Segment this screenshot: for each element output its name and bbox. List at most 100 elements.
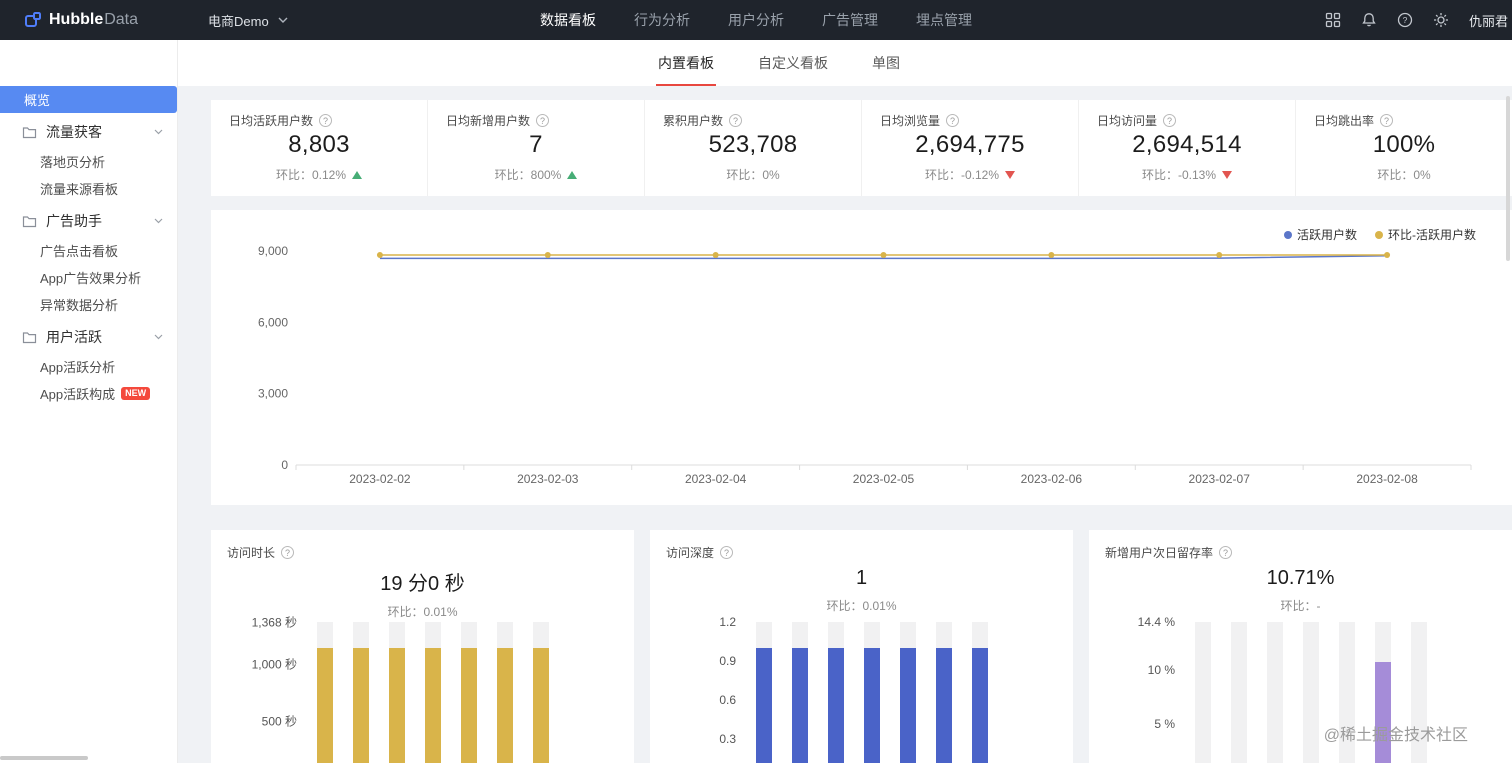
x-axis-tick-label: 2023-02-08 <box>1356 472 1418 486</box>
kpi-card-daily-active-users: 日均活跃用户数 8,803 环比：0.12% <box>211 100 428 196</box>
bar-track <box>972 622 988 763</box>
bar-value <box>936 648 952 763</box>
y-axis-tick-label: 0.3 <box>719 732 736 746</box>
help-icon[interactable] <box>1163 114 1177 127</box>
bar-value <box>461 648 477 763</box>
sidebar-item-app-activity-analysis[interactable]: App活跃分析 <box>0 353 177 380</box>
sidebar-group-ad-assistant[interactable]: 广告助手 <box>0 205 177 237</box>
data-point <box>1048 252 1055 259</box>
sidebar-group-traffic-acquisition[interactable]: 流量获客 <box>0 116 177 148</box>
logo-text-light: Data <box>104 11 139 28</box>
chart-compare: 环比：- <box>1280 599 1321 613</box>
sidebar-item-label: App活跃分析 <box>40 360 116 375</box>
bar-track <box>1195 622 1211 763</box>
nav-item-user-analysis[interactable]: 用户分析 <box>728 10 784 30</box>
sidebar-item-overview[interactable]: 概览 <box>0 86 177 113</box>
sidebar-group-user-activity[interactable]: 用户活跃 <box>0 321 177 353</box>
sidebar-item-label: 流量来源看板 <box>40 182 119 197</box>
sidebar-item-app-activity-composition[interactable]: App活跃构成 NEW <box>0 380 177 407</box>
sidebar-item-traffic-source-dashboard[interactable]: 流量来源看板 <box>0 175 177 202</box>
help-icon[interactable] <box>729 114 743 127</box>
help-icon[interactable] <box>720 546 734 559</box>
help-icon[interactable] <box>1380 114 1394 127</box>
sidebar-item-label: App广告效果分析 <box>40 271 142 286</box>
chart-title: 访问深度 <box>666 546 715 560</box>
horizontal-scrollbar[interactable] <box>0 756 88 760</box>
apps-grid-icon[interactable] <box>1325 12 1341 28</box>
kpi-label: 日均访问量 <box>1097 114 1158 128</box>
nav-item-data-dashboard[interactable]: 数据看板 <box>540 10 596 30</box>
sidebar-item-abnormal-data-analysis[interactable]: 异常数据分析 <box>0 291 177 318</box>
chart-title: 新增用户次日留存率 <box>1105 546 1214 560</box>
chevron-down-icon <box>278 17 288 23</box>
y-axis-tick-label: 9,000 <box>258 244 288 258</box>
main-content: 日均活跃用户数 8,803 环比：0.12% 日均新增用户数 7 环比：800%… <box>178 86 1512 763</box>
tab-custom-dashboard[interactable]: 自定义看板 <box>756 40 830 86</box>
sidebar-item-landing-page-analysis[interactable]: 落地页分析 <box>0 148 177 175</box>
y-axis-tick-label: 0.9 <box>719 654 736 668</box>
chart-legend: 活跃用户数 环比-活跃用户数 <box>1283 226 1476 243</box>
chevron-down-icon <box>154 334 163 340</box>
nav-item-behavior-analysis[interactable]: 行为分析 <box>634 10 690 30</box>
tab-builtin-dashboard[interactable]: 内置看板 <box>656 40 716 86</box>
sidebar-item-label: 广告点击看板 <box>40 244 119 259</box>
y-axis-tick-label: 6,000 <box>258 315 288 329</box>
project-selector[interactable]: 电商Demo <box>208 11 288 30</box>
help-icon[interactable] <box>536 114 550 127</box>
legend-item[interactable]: 环比-活跃用户数 <box>1375 226 1476 243</box>
help-icon[interactable] <box>1219 546 1233 559</box>
kpi-label: 累积用户数 <box>663 114 724 128</box>
bar-track <box>353 622 369 763</box>
y-axis-tick-label: 3,000 <box>258 387 288 401</box>
tab-single-chart[interactable]: 单图 <box>870 40 902 86</box>
legend-item[interactable]: 活跃用户数 <box>1283 226 1357 243</box>
active-users-line-chart-card: 活跃用户数 环比-活跃用户数 0 3,000 6,000 9,000 2023-02-02… <box>211 210 1512 505</box>
bar-value <box>497 648 513 763</box>
vertical-scrollbar[interactable] <box>1506 96 1510 261</box>
bar-value <box>317 648 333 763</box>
nav-item-ad-management[interactable]: 广告管理 <box>822 10 878 30</box>
kpi-compare: 环比：0% <box>1377 168 1431 182</box>
trend-up-icon <box>352 170 363 179</box>
data-point <box>1384 252 1391 259</box>
legend-label: 环比-活跃用户数 <box>1388 228 1476 242</box>
x-axis-tick-label: 2023-02-06 <box>1021 472 1083 486</box>
sidebar: 概览 流量获客 落地页分析 流量来源看板 广告助手 广告点击看板 App广告效果… <box>0 40 178 763</box>
y-axis-tick-label: 10 % <box>1147 662 1175 677</box>
help-icon[interactable] <box>319 114 333 127</box>
primary-nav: 数据看板 行为分析 用户分析 广告管理 埋点管理 <box>540 10 972 30</box>
help-circle-icon[interactable]: ? <box>1397 12 1413 28</box>
watermark: @稀土掘金技术社区 <box>1323 727 1468 744</box>
chart-headline: 19 分0 秒 <box>380 573 465 595</box>
kpi-value: 2,694,775 <box>915 131 1025 158</box>
chevron-down-icon <box>154 129 163 135</box>
bell-icon[interactable] <box>1361 12 1377 28</box>
kpi-label: 日均跳出率 <box>1314 114 1375 128</box>
folder-icon <box>22 331 37 344</box>
kpi-value: 2,694,514 <box>1132 131 1242 158</box>
bar-track <box>756 622 772 763</box>
help-icon[interactable] <box>281 546 295 559</box>
sidebar-item-label: App活跃构成 <box>40 387 116 402</box>
data-point <box>712 252 719 259</box>
sidebar-item-ad-click-dashboard[interactable]: 广告点击看板 <box>0 237 177 264</box>
kpi-label: 日均活跃用户数 <box>229 114 314 128</box>
bar-track <box>1303 622 1319 763</box>
bar-value <box>756 648 772 763</box>
nav-item-tracking-management[interactable]: 埋点管理 <box>916 10 972 30</box>
kpi-compare: 环比：0% <box>726 168 780 182</box>
help-icon[interactable] <box>946 114 960 127</box>
logo[interactable]: Hubble Data <box>24 11 138 29</box>
kpi-value: 7 <box>529 131 543 158</box>
gear-icon[interactable] <box>1433 12 1449 28</box>
bar-track <box>936 622 952 763</box>
user-name[interactable]: 仇丽君 <box>1469 11 1508 30</box>
y-axis-tick-label: 1.2 <box>719 615 736 629</box>
y-axis-tick-label: 14.4 % <box>1137 615 1175 629</box>
bar-track <box>1267 622 1283 763</box>
data-point <box>376 252 383 259</box>
chart-compare: 环比：0.01% <box>826 599 897 613</box>
bar-track <box>497 622 513 763</box>
sidebar-item-app-ad-effect-analysis[interactable]: App广告效果分析 <box>0 264 177 291</box>
bar-track <box>900 622 916 763</box>
